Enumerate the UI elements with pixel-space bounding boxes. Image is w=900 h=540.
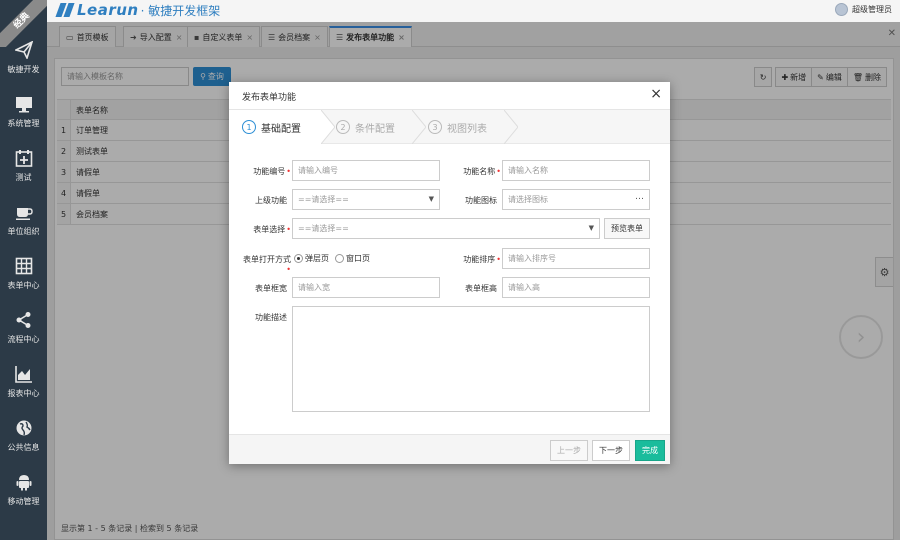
prev-step-button[interactable]: 上一步 [550,440,588,461]
dialog-header: 发布表单功能 × [229,82,670,110]
logo-subtitle: · 敏捷开发框架 [140,3,221,18]
android-icon [14,472,34,492]
step-separator [504,110,518,144]
sidebar-item-label: 报表中心 [7,388,40,398]
next-step-button[interactable]: 下一步 [592,440,630,461]
calendar-plus-icon [14,148,34,168]
label-parent-function: 上级功能 [255,196,287,205]
radio-window[interactable] [335,254,344,263]
sidebar-item-label: 单位组织 [7,226,40,236]
label-function-icon: 功能图标 [465,196,497,205]
parent-function-select[interactable]: ==请选择== ▼ [292,189,440,210]
open-mode-radio-group: 弹层页 窗口页 [294,253,370,264]
logo-text: Learun [77,1,139,19]
sidebar-item-label: 敏捷开发 [7,64,40,74]
sidebar-item-label: 公共信息 [7,442,40,452]
radio-window-label: 窗口页 [346,254,370,263]
coffee-icon [14,202,34,222]
header: Learun · 敏捷开发框架 超级管理员 [47,0,900,22]
wizard-steps: 1 基础配置 2 条件配置 3 视图列表 [229,110,670,144]
sidebar-item-label: 系统管理 [7,118,40,128]
label-form-height: 表单框高 [465,284,497,293]
dialog-footer: 上一步 下一步 完成 [229,434,670,464]
area-chart-icon [14,364,34,384]
user-name: 超级管理员 [852,5,892,14]
function-code-input[interactable]: 请输入编号 [292,160,440,181]
sidebar-item-mobile[interactable]: 移动管理 [0,462,47,516]
step-view-list[interactable]: 3 视图列表 [428,110,487,144]
globe-icon [14,418,34,438]
paper-plane-icon [14,40,34,60]
label-open-mode: 表单打开方式• [243,255,291,274]
sidebar-item-system[interactable]: 系统管理 [0,84,47,138]
function-desc-textarea[interactable] [292,306,650,412]
monitor-icon [14,94,34,114]
step-separator [321,110,335,144]
ellipsis-icon: … [635,192,644,202]
sidebar-item-label: 测试 [15,172,32,182]
step-separator [412,110,426,144]
sidebar-item-label: 流程中心 [7,334,40,344]
sidebar-item-form[interactable]: 表单中心 [0,246,47,300]
sidebar-item-label: 移动管理 [7,496,40,506]
step-label: 基础配置 [261,123,301,135]
step-label: 条件配置 [355,123,395,135]
preview-form-button[interactable]: 预览表单 [604,218,650,239]
label-function-code: 功能编号• [253,167,291,176]
radio-popup[interactable] [294,254,303,263]
label-form-width: 表单框宽 [255,284,287,293]
sidebar-item-test[interactable]: 测试 [0,138,47,192]
caret-down-icon: ▼ [588,224,594,232]
form-height-input[interactable]: 请输入高 [502,277,650,298]
step-number: 3 [428,120,442,134]
dialog-title: 发布表单功能 [242,93,297,103]
sidebar-item-flow[interactable]: 流程中心 [0,300,47,354]
step-basic-config[interactable]: 1 基础配置 [242,110,301,144]
close-icon[interactable]: × [650,86,662,102]
label-function-desc: 功能描述 [255,313,287,322]
publish-form-dialog: 发布表单功能 × 1 基础配置 2 条件配置 3 视图列表 功能编号• 请输入编… [229,82,670,464]
function-icon-picker[interactable]: 请选择图标… [502,189,650,210]
sidebar-nav: 敏捷开发 系统管理 测试 单位组织 表单中心 流程中心 报表中心 公共信息 移动… [0,30,47,516]
logo: Learun · 敏捷开发框架 [55,1,220,19]
sidebar-item-agile[interactable]: 敏捷开发 [0,30,47,84]
label-function-sort: 功能排序• [463,255,501,264]
step-label: 视图列表 [447,123,487,135]
caret-down-icon: ▼ [428,195,434,203]
form-select[interactable]: ==请选择== ▼ [292,218,600,239]
grid-icon [14,256,34,276]
radio-popup-label: 弹层页 [305,254,329,263]
user-menu[interactable]: 超级管理员 [835,3,892,16]
sidebar-item-public[interactable]: 公共信息 [0,408,47,462]
form-width-input[interactable]: 请输入宽 [292,277,440,298]
sidebar-item-org[interactable]: 单位组织 [0,192,47,246]
share-icon [14,310,34,330]
finish-button[interactable]: 完成 [635,440,665,461]
label-form-select: 表单选择• [253,225,291,234]
sidebar: 经典 敏捷开发 系统管理 测试 单位组织 表单中心 流程中心 报表中心 公共信息… [0,0,47,540]
avatar [835,3,848,16]
logo-mark-icon [55,3,75,17]
function-name-input[interactable]: 请输入名称 [502,160,650,181]
step-number: 2 [336,120,350,134]
function-sort-input[interactable]: 请输入排序号 [502,248,650,269]
step-number: 1 [242,120,256,134]
sidebar-item-report[interactable]: 报表中心 [0,354,47,408]
step-condition-config[interactable]: 2 条件配置 [336,110,395,144]
sidebar-item-label: 表单中心 [7,280,40,290]
label-function-name: 功能名称• [463,167,501,176]
